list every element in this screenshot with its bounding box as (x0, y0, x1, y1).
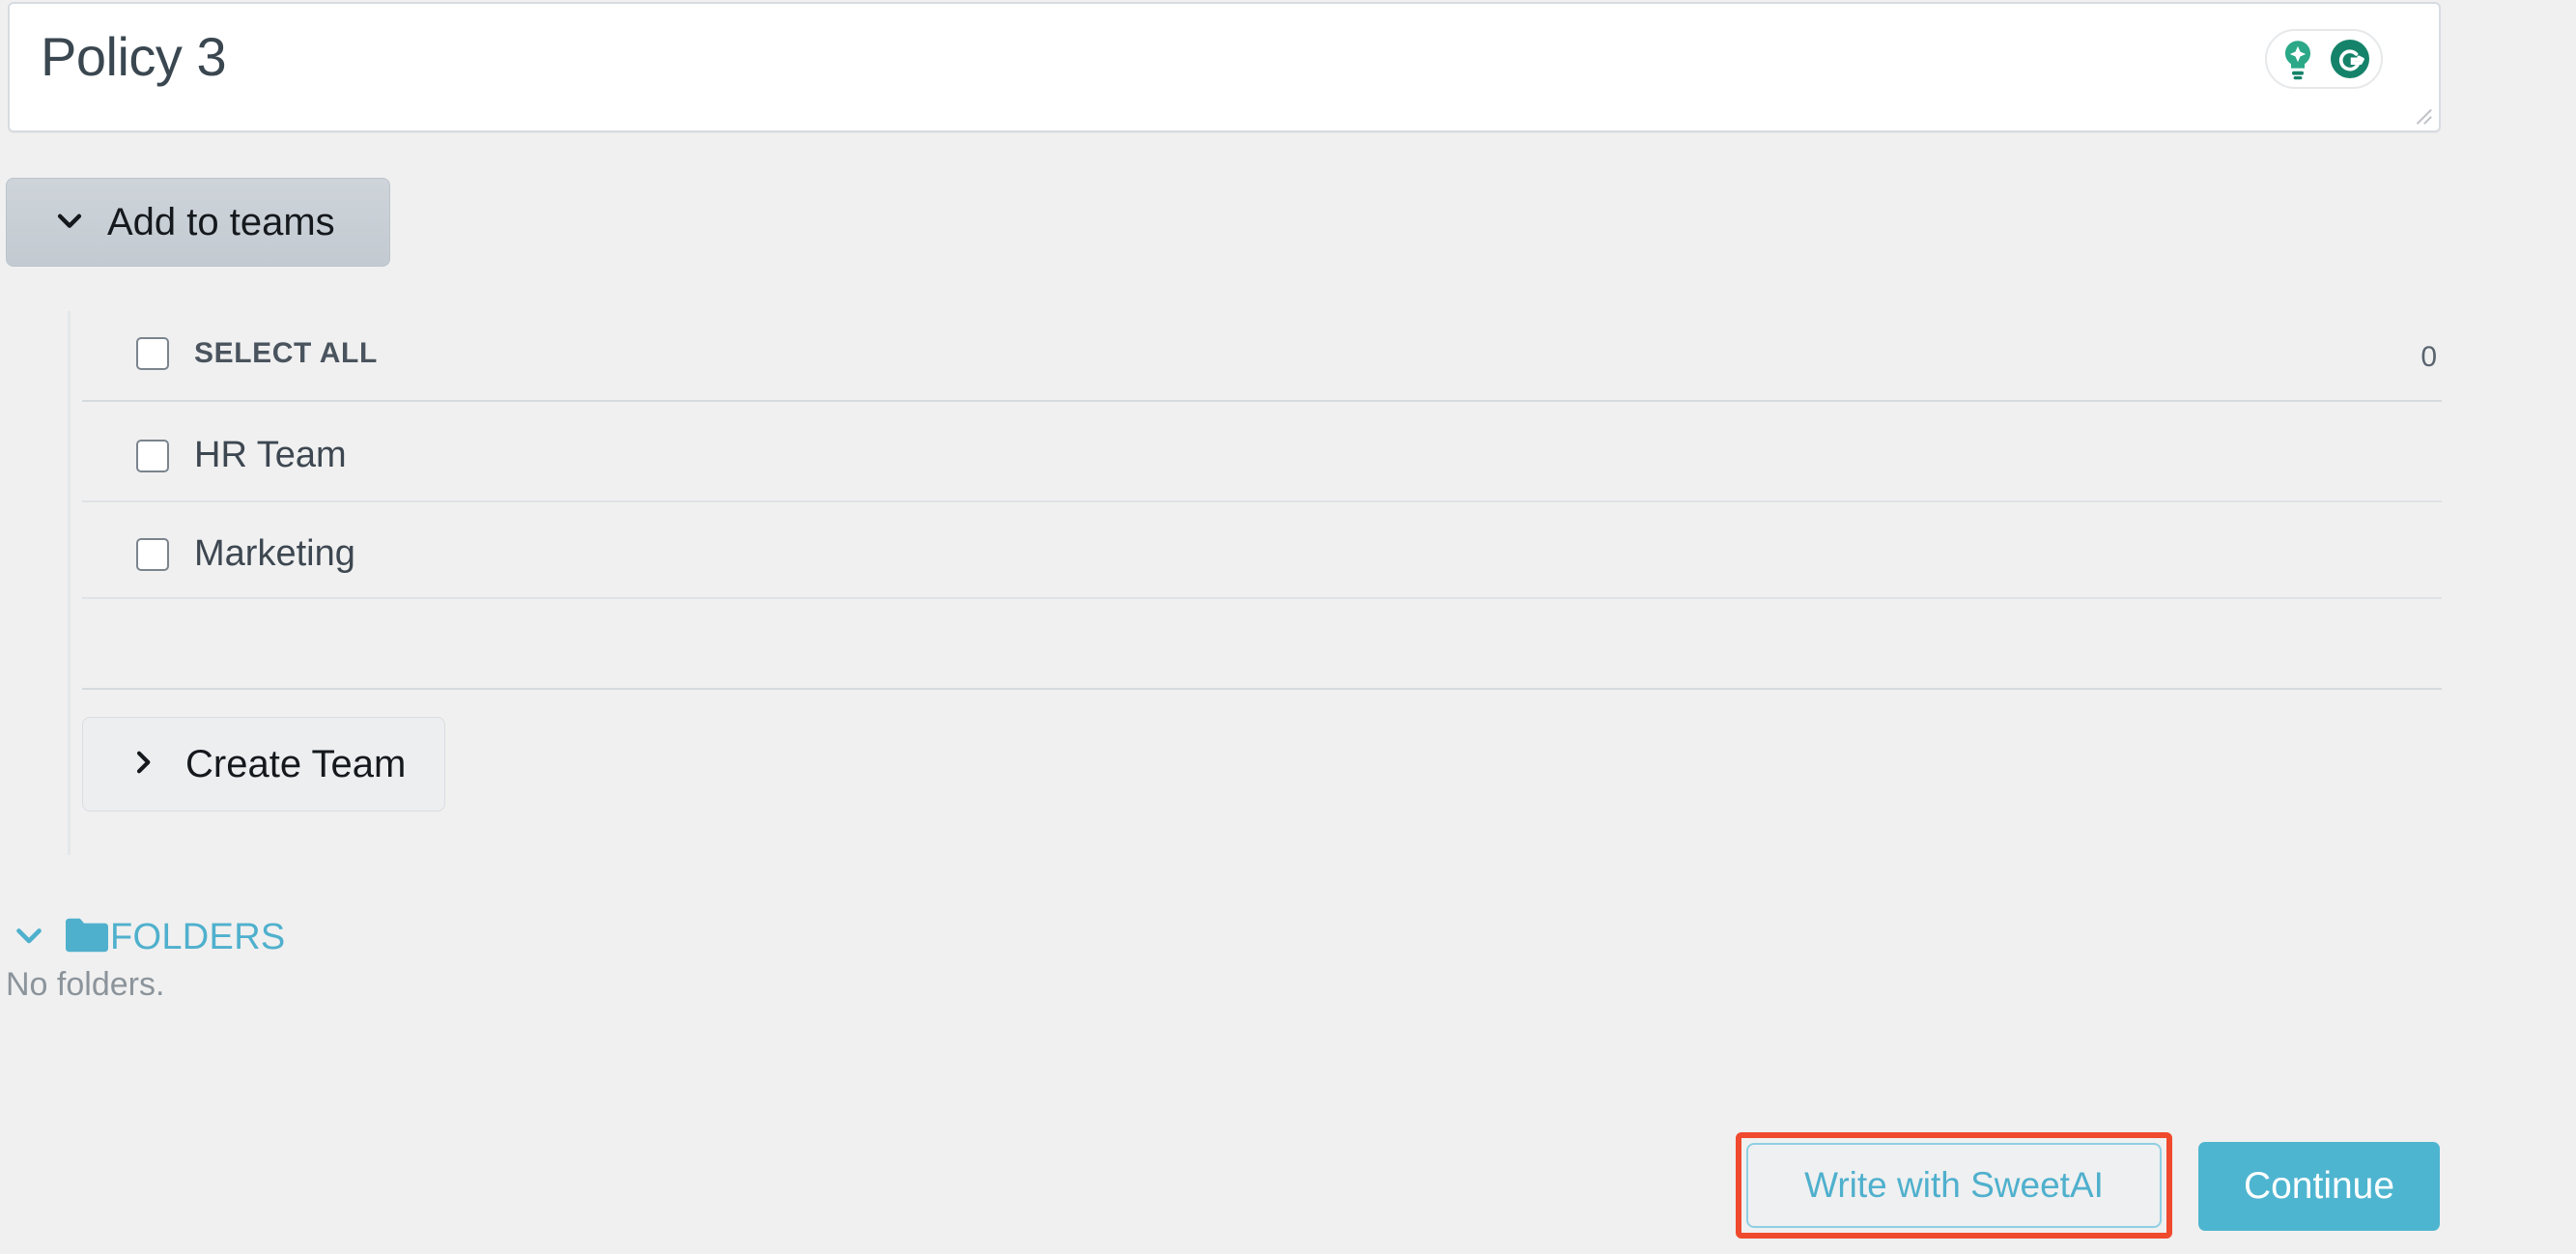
select-all-checkbox[interactable] (136, 337, 169, 370)
folder-icon (46, 916, 110, 959)
chevron-down-icon (53, 204, 107, 242)
select-all-row[interactable]: SELECT ALL (136, 337, 378, 370)
continue-button[interactable]: Continue (2198, 1142, 2440, 1231)
chevron-down-icon[interactable] (12, 918, 46, 957)
document-title-textarea[interactable]: Policy 3 (8, 2, 2441, 132)
write-with-sweetai-button[interactable]: Write with SweetAI (1746, 1143, 2162, 1228)
select-all-label: SELECT ALL (194, 337, 378, 369)
grammarly-assistant-pill[interactable] (2265, 29, 2383, 89)
team-checkbox[interactable] (136, 537, 169, 571)
divider (82, 400, 2442, 402)
write-with-sweetai-label: Write with SweetAI (1804, 1165, 2104, 1205)
chevron-right-icon (127, 747, 185, 783)
team-row[interactable]: HR Team (136, 435, 347, 476)
divider (82, 597, 2442, 599)
folders-empty-message: No folders. (6, 966, 165, 1003)
create-team-label: Create Team (185, 742, 407, 785)
folders-label: FOLDERS (110, 917, 286, 957)
team-checkbox[interactable] (136, 439, 169, 472)
continue-label: Continue (2243, 1165, 2395, 1207)
grammarly-g-icon[interactable] (2327, 36, 2373, 82)
teams-panel: SELECT ALL 0 HR Team Marketing Create Te… (68, 311, 2442, 855)
divider (82, 688, 2442, 690)
add-to-teams-button[interactable]: Add to teams (6, 178, 390, 267)
folders-section-header[interactable]: FOLDERS (12, 916, 286, 959)
lightbulb-sparkle-icon[interactable] (2275, 36, 2321, 82)
team-label: HR Team (194, 435, 347, 475)
team-label: Marketing (194, 533, 355, 574)
create-team-button[interactable]: Create Team (82, 717, 445, 812)
add-to-teams-label: Add to teams (107, 200, 335, 243)
document-title-value: Policy 3 (41, 26, 227, 87)
team-row[interactable]: Marketing (136, 533, 355, 575)
selected-count: 0 (2420, 341, 2437, 373)
divider (82, 500, 2442, 502)
